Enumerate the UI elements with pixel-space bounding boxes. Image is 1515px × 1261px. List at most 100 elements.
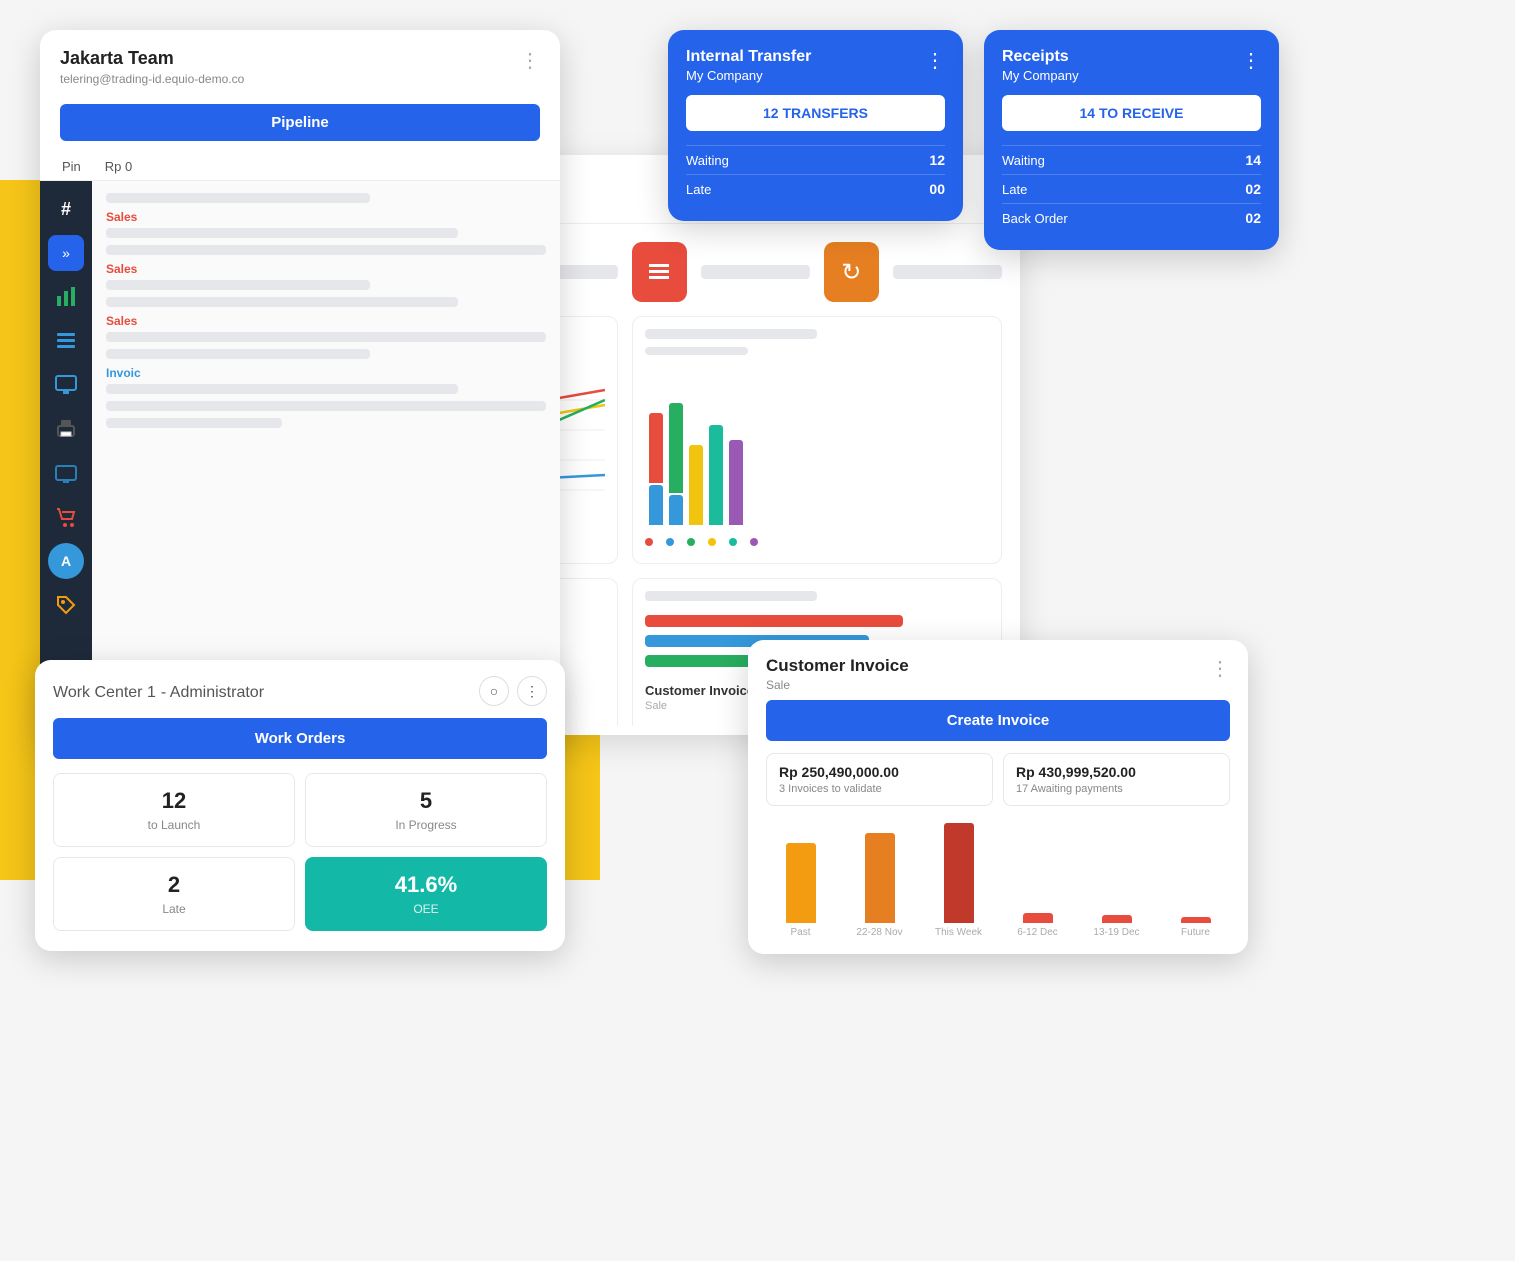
bar-past: Past — [766, 843, 835, 938]
skeleton-line — [106, 384, 458, 394]
jakarta-nav: Pin Rp 0 — [40, 153, 560, 181]
invoice-stat-validate: Rp 250,490,000.00 3 Invoices to validate — [766, 753, 993, 806]
wc-circle-icon[interactable]: ○ — [479, 676, 509, 706]
receipts-menu-icon[interactable]: ⋮ — [1241, 48, 1261, 73]
transfers-button[interactable]: 12 TRANSFERS — [686, 95, 945, 131]
sidebar-forward-icon[interactable]: » — [48, 235, 84, 271]
sidebar-printer-icon[interactable] — [48, 411, 84, 447]
bar-chart — [632, 316, 1002, 564]
oee-num: 41.6% — [395, 872, 457, 898]
transfer-title: Internal Transfer — [686, 48, 811, 66]
bar-thisweek-label: This Week — [935, 927, 982, 938]
receipts-title: Receipts — [1002, 48, 1079, 66]
bar-nov-value — [865, 833, 895, 923]
skeleton-line — [106, 332, 546, 342]
sales-label-1: Sales — [106, 210, 546, 224]
nav-amount[interactable]: Rp 0 — [93, 153, 144, 180]
progress-label: In Progress — [395, 818, 456, 832]
waiting-label: Waiting — [686, 153, 729, 168]
sidebar-hash-icon: # — [48, 191, 84, 227]
receive-button[interactable]: 14 TO RECEIVE — [1002, 95, 1261, 131]
bar-future: Future — [1161, 917, 1230, 938]
awaiting-amount: Rp 430,999,520.00 — [1016, 764, 1217, 780]
invoice-bars: Past 22-28 Nov This Week 6-12 Dec 13-19 … — [766, 818, 1230, 938]
bar-13dec-value — [1102, 915, 1132, 923]
validate-desc: 3 Invoices to validate — [779, 783, 980, 795]
work-center-title: Work Center 1 - Administrator — [53, 681, 264, 701]
bar-6dec-value — [1023, 913, 1053, 923]
stub — [701, 265, 810, 279]
stub — [893, 265, 1002, 279]
bar-past-value — [786, 843, 816, 923]
internal-transfer-card: Internal Transfer My Company ⋮ 12 TRANSF… — [668, 30, 963, 221]
launch-num: 12 — [162, 788, 186, 814]
waiting-value: 12 — [929, 152, 945, 168]
sidebar-list-icon[interactable] — [48, 323, 84, 359]
wc-role: - Administrator — [161, 684, 264, 701]
bar-thisweek-value — [944, 823, 974, 923]
sidebar-tv-icon[interactable] — [48, 455, 84, 491]
work-center-card: Work Center 1 - Administrator ○ ⋮ Work O… — [35, 660, 565, 951]
work-center-stats-grid: 12 to Launch 5 In Progress 2 Late 41.6% … — [35, 773, 565, 931]
sidebar-tag-icon[interactable] — [48, 587, 84, 623]
transfer-menu-icon[interactable]: ⋮ — [925, 48, 945, 73]
pipeline-button[interactable]: Pipeline — [60, 104, 540, 141]
bar-chart-legend — [645, 533, 989, 551]
transfer-header: Internal Transfer My Company ⋮ — [686, 48, 945, 83]
jakarta-title: Jakarta Team — [60, 48, 244, 69]
waiting-value: 14 — [1245, 152, 1261, 168]
list-icon-box[interactable] — [632, 242, 687, 302]
refresh-icon-box[interactable]: ↻ — [824, 242, 879, 302]
customer-invoice-card: Customer Invoice Sale ⋮ Create Invoice R… — [748, 640, 1248, 954]
bar-6dec-label: 6-12 Dec — [1017, 927, 1058, 938]
skeleton-line — [106, 401, 546, 411]
skeleton-line — [106, 297, 458, 307]
launch-label: to Launch — [148, 818, 201, 832]
invoice-bar-chart: Past 22-28 Nov This Week 6-12 Dec 13-19 … — [748, 818, 1248, 938]
receipts-stat-late: Late 02 — [1002, 174, 1261, 203]
wc-stat-progress: 5 In Progress — [305, 773, 547, 847]
skeleton-line — [106, 280, 370, 290]
bar-13dec-label: 13-19 Dec — [1093, 927, 1139, 938]
invoice-header: Customer Invoice Sale ⋮ — [748, 640, 1248, 700]
bar-nov-label: 22-28 Nov — [856, 927, 902, 938]
oee-label: OEE — [413, 902, 438, 916]
late-label: Late — [686, 182, 711, 197]
late-label: Late — [1002, 182, 1027, 197]
bar-nov: 22-28 Nov — [845, 833, 914, 938]
sales-label-2: Sales — [106, 262, 546, 276]
wc-name: Work Center 1 — [53, 684, 156, 701]
work-center-header: Work Center 1 - Administrator ○ ⋮ — [35, 660, 565, 718]
wc-stat-launch: 12 to Launch — [53, 773, 295, 847]
stub — [645, 347, 748, 355]
jakarta-team-card: Jakarta Team telering@trading-id.equio-d… — [40, 30, 560, 750]
invoice-title: Customer Invoice — [766, 656, 909, 676]
backorder-label: Back Order — [1002, 211, 1068, 226]
bar-6dec: 6-12 Dec — [1003, 913, 1072, 938]
invoice-dots-icon[interactable]: ⋮ — [1210, 656, 1230, 681]
sidebar-chart-icon[interactable] — [48, 279, 84, 315]
bar-future-label: Future — [1181, 927, 1210, 938]
sidebar-cart-icon[interactable] — [48, 499, 84, 535]
late-value: 00 — [929, 181, 945, 197]
skeleton-line — [106, 418, 282, 428]
jakarta-menu-icon[interactable]: ⋮ — [520, 48, 540, 73]
sidebar-avatar[interactable]: A — [48, 543, 84, 579]
nav-pin[interactable]: Pin — [50, 153, 93, 180]
sidebar-monitor-icon[interactable] — [48, 367, 84, 403]
bar-future-value — [1181, 917, 1211, 923]
wc-stat-oee: 41.6% OEE — [305, 857, 547, 931]
bar-past-label: Past — [790, 927, 810, 938]
late-label: Late — [162, 902, 185, 916]
invoice-subtitle: Sale — [766, 678, 909, 692]
receipts-stat-waiting: Waiting 14 — [1002, 145, 1261, 174]
validate-amount: Rp 250,490,000.00 — [779, 764, 980, 780]
wc-action-icons: ○ ⋮ — [479, 676, 547, 706]
invoice-stats-row: Rp 250,490,000.00 3 Invoices to validate… — [748, 753, 1248, 818]
sales-label-3: Sales — [106, 314, 546, 328]
work-orders-button[interactable]: Work Orders — [53, 718, 547, 759]
wc-stat-late: 2 Late — [53, 857, 295, 931]
create-invoice-button[interactable]: Create Invoice — [766, 700, 1230, 741]
skeleton-line — [106, 349, 370, 359]
wc-dots-icon[interactable]: ⋮ — [517, 676, 547, 706]
